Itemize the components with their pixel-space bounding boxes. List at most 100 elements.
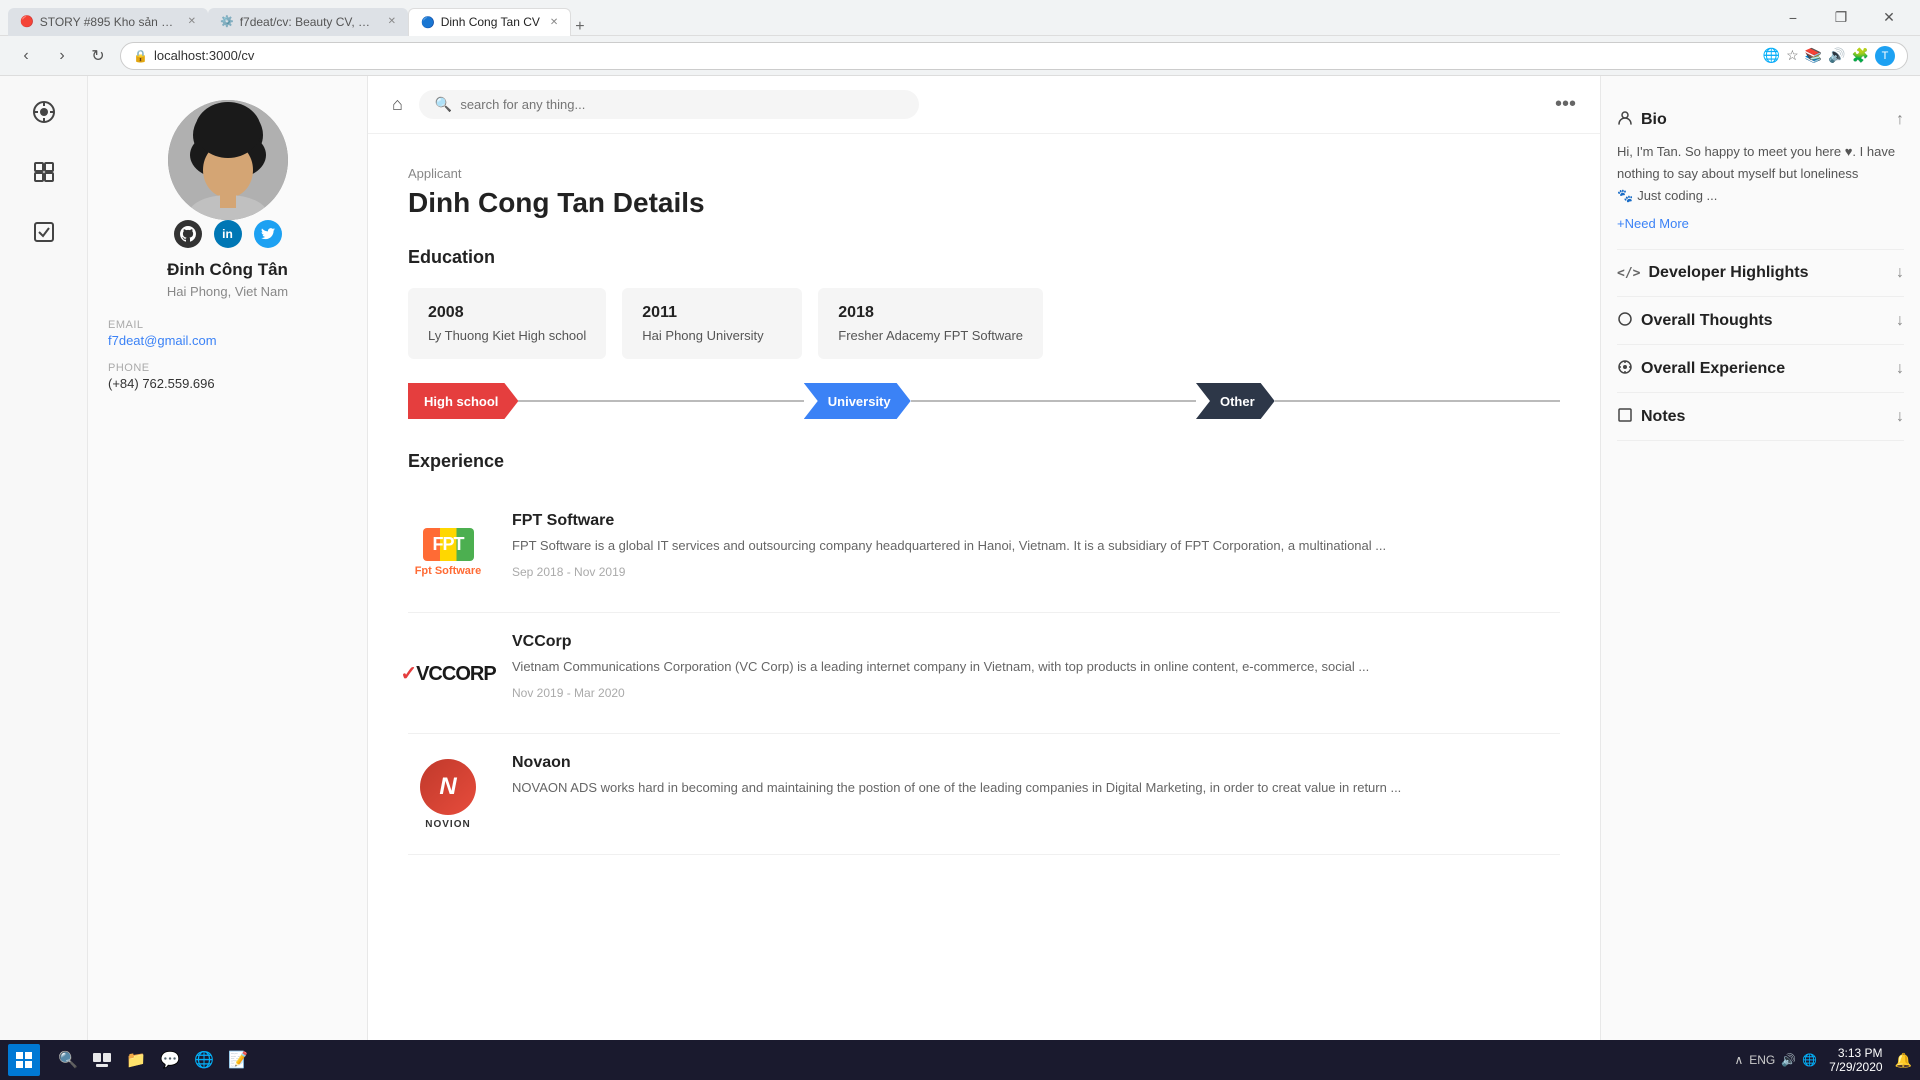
page-title: Dinh Cong Tan Details — [408, 187, 1560, 219]
breadcrumb: Applicant — [408, 166, 1560, 181]
developer-highlights-section: </> Developer Highlights ↓ — [1617, 250, 1904, 297]
timeline-other[interactable]: Other — [1196, 383, 1275, 419]
taskbar-files-icon[interactable]: 📁 — [120, 1044, 152, 1076]
right-panel: Bio ↑ Hi, I'm Tan. So happy to meet you … — [1600, 76, 1920, 1080]
restore-button[interactable]: ❐ — [1818, 0, 1864, 36]
notes-title: Notes — [1617, 407, 1685, 426]
vccorp-logo: ✓VCCORP — [408, 633, 488, 713]
taskbar-clock: 3:13 PM 7/29/2020 — [1829, 1046, 1882, 1074]
taskbar-date-display: 7/29/2020 — [1829, 1060, 1882, 1074]
sidebar-grid-icon[interactable] — [24, 152, 64, 192]
address-text: localhost:3000/cv — [154, 48, 254, 63]
github-icon[interactable] — [174, 220, 202, 248]
avatar — [168, 100, 288, 220]
overall-thoughts-title: Overall Thoughts — [1617, 311, 1773, 330]
start-button[interactable] — [8, 1044, 40, 1076]
close-button[interactable]: ✕ — [1866, 0, 1912, 36]
education-timeline: High school University Other — [408, 383, 1560, 419]
linkedin-icon[interactable]: in — [214, 220, 242, 248]
address-bar[interactable]: 🔒 localhost:3000/cv 🌐 ☆ 📚 🔊 🧩 T — [120, 42, 1908, 70]
developer-highlights-expand-icon[interactable]: ↓ — [1896, 264, 1904, 282]
overall-experience-expand-icon[interactable]: ↓ — [1896, 360, 1904, 378]
fpt-desc: FPT Software is a global IT services and… — [512, 536, 1560, 557]
fpt-company: FPT Software — [512, 512, 1560, 530]
tab-3-close[interactable]: ✕ — [550, 17, 558, 28]
timeline-university[interactable]: University — [804, 383, 911, 419]
tab-1-close[interactable]: ✕ — [188, 16, 196, 27]
sidebar-check-icon[interactable] — [24, 212, 64, 252]
overall-experience-section: Overall Experience ↓ — [1617, 345, 1904, 393]
home-icon[interactable]: ⌂ — [392, 94, 403, 115]
notes-header[interactable]: Notes ↓ — [1617, 407, 1904, 426]
new-tab-button[interactable]: + — [575, 18, 584, 36]
taskbar-notification-icons: ∧ ENG 🔊 🌐 — [1734, 1053, 1817, 1067]
search-icon: 🔍 — [435, 96, 452, 113]
taskbar-task-view-icon[interactable] — [86, 1044, 118, 1076]
bio-icon — [1617, 110, 1633, 129]
bio-section: Bio ↑ Hi, I'm Tan. So happy to meet you … — [1617, 96, 1904, 250]
edu-card-2: 2018 Fresher Adacemy FPT Software — [818, 288, 1043, 359]
forward-button[interactable]: › — [48, 42, 76, 70]
notes-expand-icon[interactable]: ↓ — [1896, 408, 1904, 426]
extensions-icon[interactable]: 🧩 — [1852, 47, 1869, 64]
taskbar-skype-icon[interactable]: 💬 — [154, 1044, 186, 1076]
search-bar[interactable]: 🔍 — [419, 90, 919, 119]
reload-button[interactable]: ↻ — [84, 42, 112, 70]
novaon-logo: N NOVION — [408, 754, 488, 834]
tab-3[interactable]: 🔵 Dinh Cong Tan CV ✕ — [408, 8, 571, 36]
back-button[interactable]: ‹ — [12, 42, 40, 70]
edu-name-0: Ly Thuong Kiet High school — [428, 328, 586, 343]
overall-thoughts-icon — [1617, 311, 1633, 330]
profile-email[interactable]: f7deat@gmail.com — [108, 333, 347, 348]
taskbar-search-icon[interactable]: 🔍 — [52, 1044, 84, 1076]
taskbar-up-arrow[interactable]: ∧ — [1734, 1053, 1743, 1067]
exp-item-vccorp: ✓VCCORP VCCorp Vietnam Communications Co… — [408, 613, 1560, 734]
bio-text: Hi, I'm Tan. So happy to meet you here ♥… — [1617, 141, 1904, 185]
tab-2-close[interactable]: ✕ — [388, 16, 396, 27]
tab-2[interactable]: ⚙️ f7deat/cv: Beauty CV, Resume o... ✕ — [208, 8, 408, 36]
collection-icon[interactable]: 📚 — [1805, 47, 1822, 64]
vccorp-details: VCCorp Vietnam Communications Corporatio… — [512, 633, 1560, 713]
taskbar-notification-bell[interactable]: 🔔 — [1895, 1052, 1912, 1069]
lock-icon: 🔒 — [133, 49, 148, 63]
tab-1[interactable]: 🔴 STORY #895 Kho sản phẩm - Go... ✕ — [8, 8, 208, 36]
experience-section-title: Experience — [408, 451, 1560, 472]
app-layout: ⋮ — [0, 76, 1920, 1080]
profile-icon[interactable]: T — [1875, 46, 1895, 66]
timeline-line-2 — [911, 400, 1196, 402]
vccorp-company: VCCorp — [512, 633, 1560, 651]
bio-coding: 🐾 Just coding ... — [1617, 185, 1904, 207]
bookmark-icon[interactable]: ☆ — [1786, 47, 1799, 64]
profile-info: Email f7deat@gmail.com Phone (+84) 762.5… — [108, 319, 347, 405]
taskbar-lang: ENG — [1749, 1053, 1775, 1067]
media-icon[interactable]: 🔊 — [1828, 47, 1845, 64]
bio-section-header[interactable]: Bio ↑ — [1617, 110, 1904, 129]
bio-more-link[interactable]: +Need More — [1617, 213, 1904, 235]
minimize-button[interactable]: − — [1770, 0, 1816, 36]
top-bar-menu-icon[interactable]: ••• — [1555, 93, 1576, 116]
education-section-title: Education — [408, 247, 1560, 268]
fpt-logo: FPT Fpt Software — [408, 512, 488, 592]
timeline-line-1 — [518, 400, 803, 402]
exp-item-fpt: FPT Fpt Software FPT Software FPT Softwa… — [408, 492, 1560, 613]
overall-thoughts-header[interactable]: Overall Thoughts ↓ — [1617, 311, 1904, 330]
taskbar-apps: 🔍 📁 💬 🌐 📝 — [52, 1044, 254, 1076]
translate-icon[interactable]: 🌐 — [1763, 47, 1780, 64]
twitter-icon[interactable] — [254, 220, 282, 248]
taskbar-chrome-icon[interactable]: 🌐 — [188, 1044, 220, 1076]
sidebar-logo-icon[interactable] — [24, 92, 64, 132]
profile-sidebar: in Đinh Công Tân Hai Phong, Viet Nam Ema… — [88, 76, 368, 1080]
overall-experience-header[interactable]: Overall Experience ↓ — [1617, 359, 1904, 378]
timeline-high-school[interactable]: High school — [408, 383, 518, 419]
overall-thoughts-expand-icon[interactable]: ↓ — [1896, 312, 1904, 330]
edu-name-1: Hai Phong University — [642, 328, 782, 343]
bio-expand-icon[interactable]: ↑ — [1896, 111, 1904, 129]
taskbar-network-icon[interactable]: 🌐 — [1802, 1053, 1817, 1067]
developer-highlights-header[interactable]: </> Developer Highlights ↓ — [1617, 264, 1904, 282]
address-bar-row: ‹ › ↻ 🔒 localhost:3000/cv 🌐 ☆ 📚 🔊 🧩 T — [0, 36, 1920, 76]
profile-location: Hai Phong, Viet Nam — [167, 284, 288, 299]
exp-item-novaon: N NOVION Novaon NOVAON ADS works hard in… — [408, 734, 1560, 855]
taskbar-vscode-icon[interactable]: 📝 — [222, 1044, 254, 1076]
search-input[interactable] — [460, 97, 903, 112]
taskbar-volume-icon[interactable]: 🔊 — [1781, 1053, 1796, 1067]
